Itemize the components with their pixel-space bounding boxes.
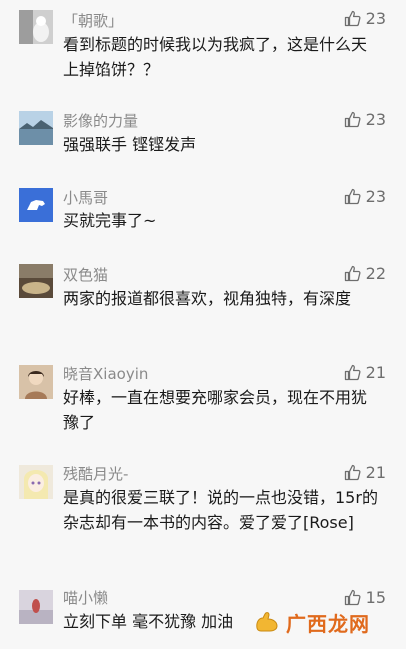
thumbs-up-icon [344, 589, 361, 606]
comment-text: 看到标题的时候我以为我疯了，这是什么天上掉馅饼？？ [63, 35, 368, 79]
watermark: 广西龙网 [254, 608, 370, 637]
avatar[interactable] [19, 365, 53, 399]
comment-nickname[interactable]: 残酷月光- [63, 463, 128, 484]
avatar[interactable] [19, 111, 53, 145]
thumbs-up-icon [344, 265, 361, 282]
comment-text: 买就完事了~ [63, 211, 157, 230]
avatar[interactable] [19, 590, 53, 624]
like-count: 23 [365, 187, 386, 206]
like-count: 15 [365, 588, 386, 607]
like-button[interactable]: 21 [344, 363, 386, 382]
watermark-text: 广西龙网 [286, 612, 370, 636]
thumbs-up-icon [344, 464, 361, 481]
like-button[interactable]: 15 [344, 588, 386, 607]
like-count: 23 [365, 110, 386, 129]
comment-text: 是真的很爱三联了！说的一点也没错，15r的杂志却有一本书的内容。爱了爱了[Ros… [63, 488, 378, 532]
avatar[interactable] [19, 10, 53, 44]
thumbs-up-icon [344, 364, 361, 381]
comment-text: 两家的报道都很喜欢，视角独特，有深度 [63, 289, 352, 308]
like-button[interactable]: 23 [344, 110, 386, 129]
comment-nickname[interactable]: 影像的力量 [63, 110, 138, 131]
thumbs-up-icon [344, 111, 361, 128]
like-count: 22 [365, 264, 386, 283]
like-button[interactable]: 23 [344, 9, 386, 28]
comment-text: 强强联手 铿铿发声 [63, 135, 197, 154]
like-count: 23 [365, 9, 386, 28]
muscle-emoji-icon [254, 610, 280, 636]
comment-text: 立刻下单 毫不犹豫 加油 [63, 612, 234, 631]
comment-nickname[interactable]: 「朝歌」 [63, 10, 123, 31]
thumbs-up-icon [344, 188, 361, 205]
like-button[interactable]: 22 [344, 264, 386, 283]
avatar[interactable] [19, 188, 53, 222]
thumbs-up-icon [344, 10, 361, 27]
comment-nickname[interactable]: 喵小懒 [63, 587, 108, 608]
like-count: 21 [365, 463, 386, 482]
avatar[interactable] [19, 264, 53, 298]
comment-nickname[interactable]: 双色猫 [63, 264, 108, 285]
like-count: 21 [365, 363, 386, 382]
like-button[interactable]: 23 [344, 187, 386, 206]
comment-nickname[interactable]: 小馬哥 [63, 187, 108, 208]
comment-text: 好棒，一直在想要充哪家会员，现在不用犹豫了 [63, 388, 368, 432]
comment-nickname[interactable]: 晓音Xiaoyin [63, 363, 148, 384]
like-button[interactable]: 21 [344, 463, 386, 482]
avatar[interactable] [19, 465, 53, 499]
